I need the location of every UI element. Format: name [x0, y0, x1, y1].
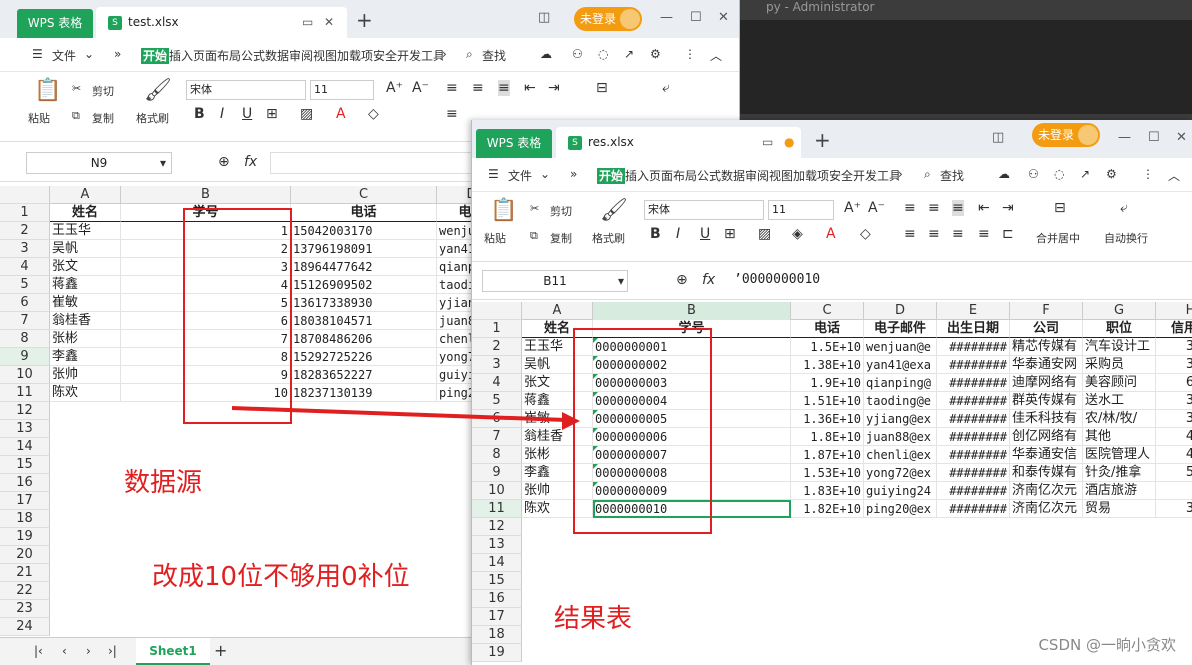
csdn-watermark: CSDN @一晌小贪欢	[1038, 636, 1176, 654]
red-arrow-head	[562, 412, 580, 430]
arrow-overlay	[231, 406, 580, 430]
red-arrow-line	[231, 406, 567, 422]
